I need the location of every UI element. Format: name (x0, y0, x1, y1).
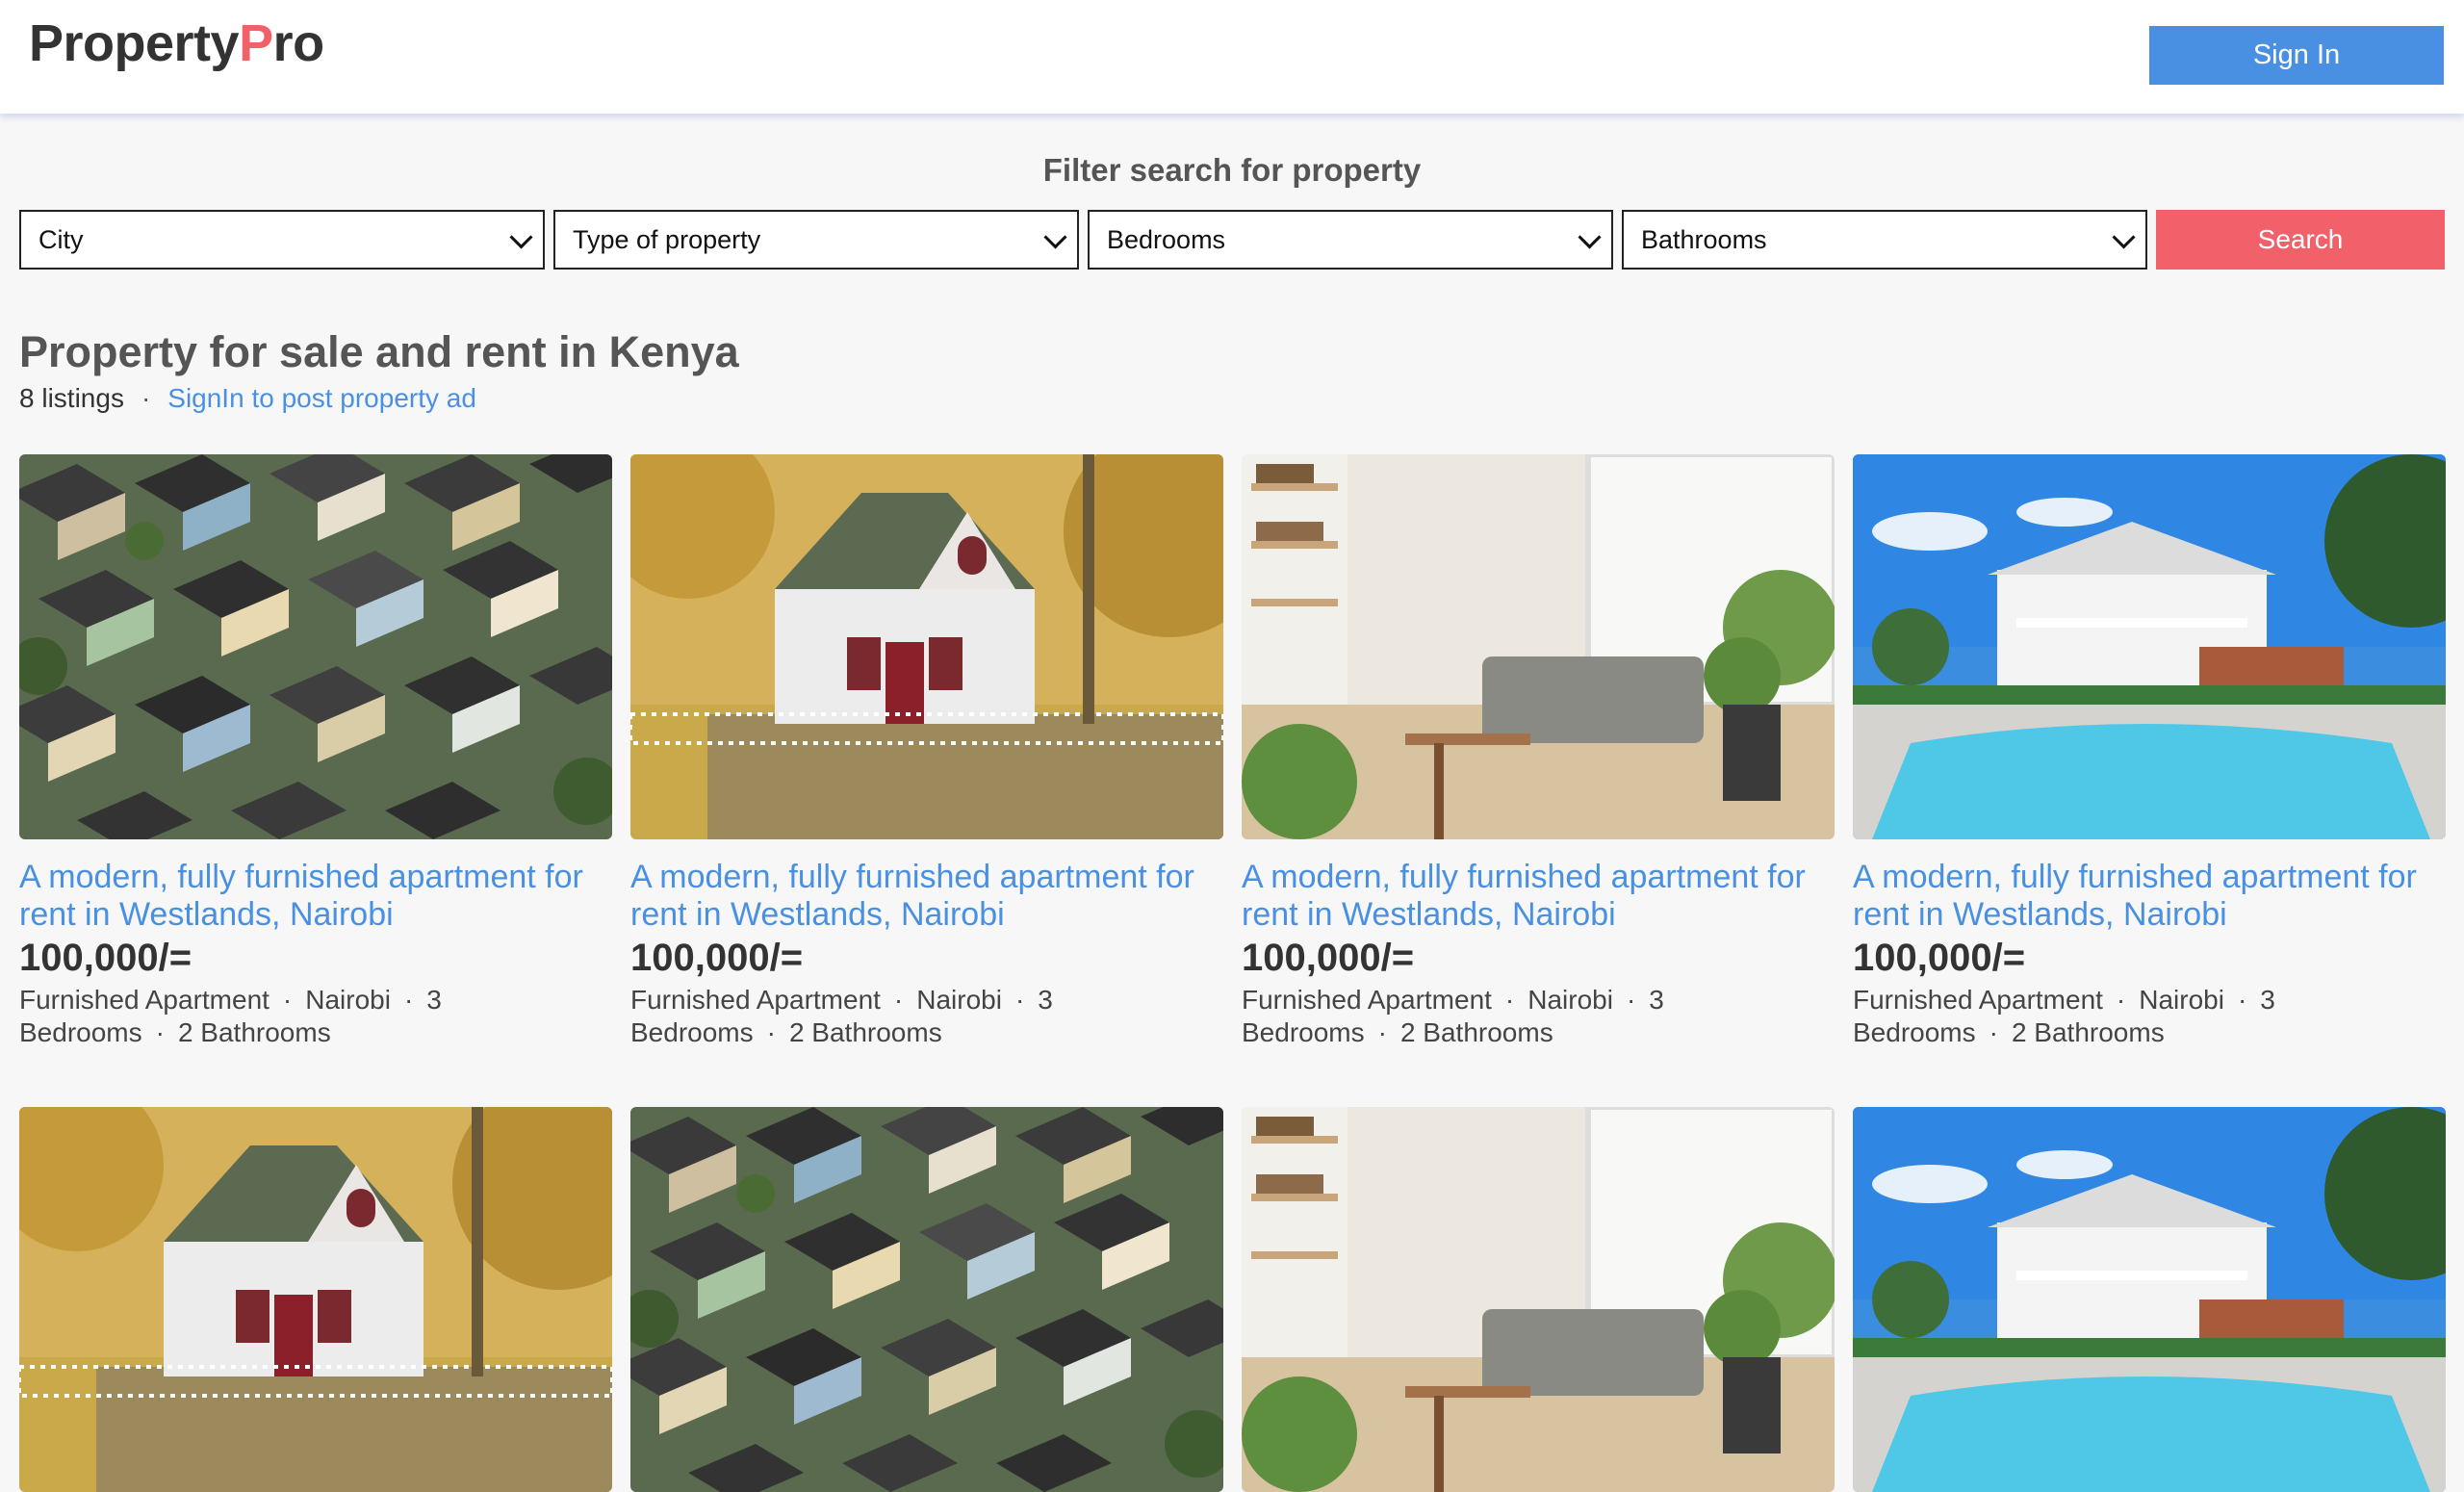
listing-card[interactable] (1242, 1107, 1835, 1492)
page-title: Property for sale and rent in Kenya (19, 327, 739, 376)
search-button[interactable]: Search (2156, 210, 2445, 270)
listing-city: Nairobi (1527, 985, 1613, 1015)
listing-image[interactable] (19, 454, 612, 839)
listing-meta: Furnished Apartment · Nairobi · 3 Bedrooms · 2… (1853, 985, 2275, 1047)
bathrooms-select[interactable]: Bathrooms (1622, 210, 2147, 270)
listing-meta: Furnished Apartment · Nairobi · 3 Bedrooms · 2… (1242, 985, 1664, 1047)
listing-image[interactable] (1853, 1107, 2446, 1492)
listing-bedrooms-word: Bedrooms (1853, 1017, 1976, 1047)
listing-count: 8 listings (19, 383, 124, 413)
listing-title[interactable]: A modern, fully furnished apartment for … (1853, 859, 2446, 934)
listing-card[interactable]: A modern, fully furnished apartment for … (1853, 454, 2446, 1049)
listing-bedrooms-num: 3 (1038, 985, 1053, 1015)
listing-bedrooms-num: 3 (426, 985, 442, 1015)
filter-title: Filter search for property (1042, 152, 1422, 188)
listing-bathrooms: 2 Bathrooms (788, 1017, 942, 1047)
chevron-down-icon (1043, 225, 1067, 249)
listing-bedrooms-word: Bedrooms (19, 1017, 142, 1047)
listing-image[interactable] (630, 1107, 1223, 1492)
listing-bedrooms-num: 3 (1649, 985, 1664, 1015)
chevron-down-icon (509, 225, 533, 249)
listing-price: 100,000/= (19, 937, 192, 979)
bedrooms-select-value: Bedrooms (1107, 224, 1226, 254)
listing-price: 100,000/= (1242, 937, 1415, 979)
listing-meta: Furnished Apartment · Nairobi · 3 Bedrooms · 2… (630, 985, 1053, 1047)
listing-image[interactable] (1853, 454, 2446, 839)
listing-meta: Furnished Apartment · Nairobi · 3 Bedrooms · 2… (19, 985, 442, 1047)
propertypro-logo[interactable]: PropertyPro (29, 13, 324, 73)
sign-in-button[interactable]: Sign In (2149, 26, 2444, 85)
listing-bathrooms: 2 Bathrooms (2011, 1017, 2165, 1047)
listing-type: Furnished Apartment (1853, 985, 2103, 1015)
top-header: PropertyPro Sign In (0, 0, 2464, 114)
bathrooms-select-value: Bathrooms (1641, 224, 1767, 254)
listing-type: Furnished Apartment (19, 985, 270, 1015)
listing-card[interactable]: A modern, fully furnished apartment for … (1242, 454, 1835, 1049)
listing-title[interactable]: A modern, fully furnished apartment for … (19, 859, 612, 934)
signin-post-ad-link[interactable]: SignIn to post property ad (167, 383, 476, 414)
property-type-select-value: Type of property (573, 224, 761, 254)
listing-type: Furnished Apartment (630, 985, 881, 1015)
listing-title[interactable]: A modern, fully furnished apartment for … (1242, 859, 1835, 934)
bedrooms-select[interactable]: Bedrooms (1088, 210, 1613, 270)
listing-city: Nairobi (2139, 985, 2224, 1015)
listing-price: 100,000/= (630, 937, 804, 979)
listing-image[interactable] (19, 1107, 612, 1492)
listing-image[interactable] (630, 454, 1223, 839)
listing-bathrooms: 2 Bathrooms (177, 1017, 331, 1047)
listing-type: Furnished Apartment (1242, 985, 1492, 1015)
listing-city: Nairobi (305, 985, 391, 1015)
chevron-down-icon (2112, 225, 2136, 249)
listing-subline: 8 listings · SignIn to post property ad (19, 383, 476, 414)
separator-dot: · (141, 383, 151, 413)
listing-city: Nairobi (916, 985, 1002, 1015)
listing-card[interactable] (1853, 1107, 2446, 1492)
property-type-select[interactable]: Type of property (553, 210, 1079, 270)
listing-card[interactable]: A modern, fully furnished apartment for … (19, 454, 612, 1049)
listing-price: 100,000/= (1853, 937, 2026, 979)
listing-card[interactable] (630, 1107, 1223, 1492)
listing-image[interactable] (1242, 454, 1835, 839)
chevron-down-icon (1578, 225, 1602, 249)
listing-card[interactable] (19, 1107, 612, 1492)
listing-bathrooms: 2 Bathrooms (1399, 1017, 1553, 1047)
city-select[interactable]: City (19, 210, 545, 270)
listing-bedrooms-word: Bedrooms (630, 1017, 754, 1047)
listing-title[interactable]: A modern, fully furnished apartment for … (630, 859, 1223, 934)
listing-card[interactable]: A modern, fully furnished apartment for … (630, 454, 1223, 1049)
city-select-value: City (38, 224, 84, 254)
listing-bedrooms-num: 3 (2260, 985, 2275, 1015)
listing-image[interactable] (1242, 1107, 1835, 1492)
listing-bedrooms-word: Bedrooms (1242, 1017, 1365, 1047)
